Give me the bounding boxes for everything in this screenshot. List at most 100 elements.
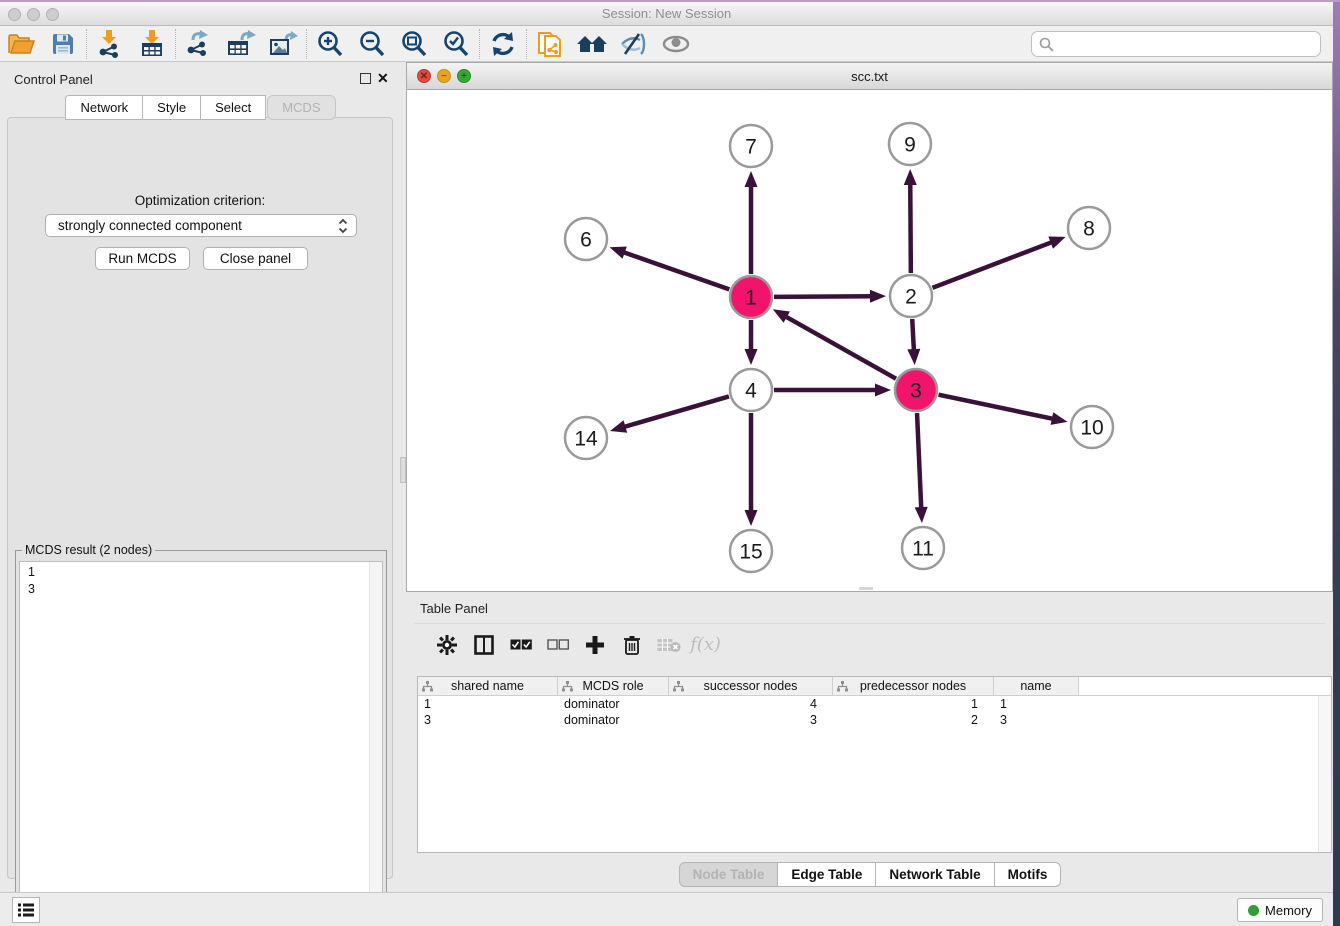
column-header-successor-nodes[interactable]: successor nodes [669, 677, 833, 695]
column-header-MCDS-role[interactable]: MCDS role [558, 677, 669, 695]
memory-button[interactable]: Memory [1237, 898, 1323, 922]
hide-selected-icon[interactable] [613, 28, 655, 60]
tab-node-table[interactable]: Node Table [679, 862, 779, 887]
table-cell[interactable]: 3 [418, 712, 558, 728]
network-titlebar[interactable]: ✕ − + scc.txt [407, 63, 1332, 90]
dropdown-stepper-icon [338, 218, 348, 234]
import-network-icon[interactable] [89, 28, 131, 60]
tab-network[interactable]: Network [65, 95, 143, 120]
memory-status-icon [1248, 905, 1259, 916]
graph-edge-1-6[interactable] [622, 252, 729, 290]
graph-edge-arrowhead [907, 349, 920, 365]
tab-select[interactable]: Select [200, 95, 266, 120]
float-panel-icon[interactable] [360, 73, 371, 84]
table-cell[interactable]: 3 [994, 712, 1079, 728]
memory-label: Memory [1265, 903, 1312, 918]
export-image-icon[interactable] [262, 28, 304, 60]
show-hidden-eye-icon[interactable] [655, 28, 697, 60]
open-session-icon[interactable] [0, 28, 42, 60]
result-scrollbar[interactable] [369, 562, 382, 915]
table-cell[interactable]: dominator [558, 696, 669, 712]
table-cell[interactable]: 3 [669, 712, 833, 728]
tab-edge-table[interactable]: Edge Table [777, 862, 876, 887]
graph-node-label-11: 11 [912, 538, 934, 561]
application-window: Session: New Session [0, 0, 1340, 926]
network-canvas[interactable]: 7968124314101511 [407, 90, 1332, 591]
table-cell[interactable]: 2 [833, 712, 994, 728]
control-panel: Control Panel ✕ NetworkStyleSelectMCDS O… [0, 62, 400, 892]
mcds-result-legend: MCDS result (2 nodes) [22, 543, 155, 557]
apply-layout-refresh-icon[interactable] [482, 28, 524, 60]
graph-edge-3-1[interactable] [784, 316, 896, 379]
graph-edge-4-14[interactable] [622, 396, 728, 427]
attribute-tree-icon [562, 681, 573, 692]
zoom-in-icon[interactable] [309, 28, 351, 60]
main-titlebar: Session: New Session [0, 2, 1333, 26]
graph-node-label-3: 3 [910, 380, 922, 403]
show-column-layout-icon[interactable] [465, 629, 502, 661]
import-table-icon[interactable] [131, 28, 173, 60]
graph-edge-arrowhead [875, 384, 891, 397]
table-cell[interactable]: dominator [558, 712, 669, 728]
graph-node-label-4: 4 [745, 380, 757, 403]
graph-edge-2-9[interactable] [910, 182, 911, 273]
status-bar: Memory [0, 892, 1333, 926]
zoom-fit-icon[interactable] [393, 28, 435, 60]
table-toolbar: f(x) [414, 623, 1325, 665]
export-table-icon[interactable] [220, 28, 262, 60]
add-column-icon[interactable] [576, 629, 613, 661]
task-history-button[interactable] [12, 897, 40, 923]
graph-edge-arrowhead [745, 349, 758, 365]
optimization-criterion-dropdown[interactable]: strongly connected component [45, 214, 357, 237]
control-panel-title: Control Panel [14, 72, 93, 87]
toolbar-separator [175, 29, 176, 59]
table-cell[interactable]: 1 [994, 696, 1079, 712]
network-view-window: ✕ − + scc.txt 7968124314101511 [406, 62, 1333, 592]
network-graph[interactable]: 7968124314101511 [407, 90, 1332, 591]
column-header-name[interactable]: name [994, 677, 1079, 695]
tab-network-table[interactable]: Network Table [875, 862, 994, 887]
graph-edge-3-11[interactable] [917, 413, 921, 510]
select-all-columns-icon[interactable] [502, 629, 539, 661]
canvas-resize-grip[interactable] [859, 587, 873, 590]
delete-columns-icon[interactable] [613, 629, 650, 661]
run-mcds-button[interactable]: Run MCDS [95, 247, 190, 270]
table-header-row: shared nameMCDS rolesuccessor nodesprede… [418, 677, 1331, 696]
close-panel-button[interactable]: Close panel [203, 247, 308, 270]
search-field[interactable] [1031, 31, 1321, 57]
toolbar-separator [86, 29, 87, 59]
graph-edge-1-2[interactable] [774, 296, 873, 297]
graph-edge-2-3[interactable] [912, 319, 914, 352]
graph-node-label-8: 8 [1083, 218, 1095, 241]
column-header-predecessor-nodes[interactable]: predecessor nodes [833, 677, 994, 695]
search-input[interactable] [1059, 37, 1320, 52]
graph-edge-3-10[interactable] [939, 395, 1055, 419]
table-row[interactable]: 1dominator411 [418, 696, 1331, 712]
apply-function-icon: f(x) [687, 629, 724, 661]
table-settings-icon[interactable] [428, 629, 465, 661]
tab-mcds[interactable]: MCDS [267, 95, 335, 120]
show-all-networks-icon[interactable] [571, 28, 613, 60]
first-neighbors-icon[interactable] [529, 28, 571, 60]
table-scrollbar[interactable] [1318, 696, 1331, 852]
save-session-icon[interactable] [42, 28, 84, 60]
unselect-all-columns-icon[interactable] [539, 629, 576, 661]
toolbar-separator [479, 29, 480, 59]
node-table: shared nameMCDS rolesuccessor nodesprede… [417, 676, 1332, 853]
list-icon [18, 903, 34, 917]
table-cell[interactable]: 1 [418, 696, 558, 712]
table-cell[interactable]: 1 [833, 696, 994, 712]
column-header-shared-name[interactable]: shared name [418, 677, 558, 695]
mcds-result-list[interactable]: 13 [19, 561, 383, 916]
tab-motifs[interactable]: Motifs [994, 862, 1062, 887]
close-panel-icon[interactable]: ✕ [377, 70, 389, 87]
zoom-out-icon[interactable] [351, 28, 393, 60]
table-tabs: Node TableEdge TableNetwork TableMotifs [406, 862, 1333, 887]
export-network-icon[interactable] [178, 28, 220, 60]
table-row[interactable]: 3dominator323 [418, 712, 1331, 728]
table-cell[interactable]: 4 [669, 696, 833, 712]
dropdown-selected-value: strongly connected component [58, 218, 338, 233]
zoom-selected-icon[interactable] [435, 28, 477, 60]
graph-edge-2-8[interactable] [932, 242, 1053, 288]
tab-style[interactable]: Style [142, 95, 201, 120]
